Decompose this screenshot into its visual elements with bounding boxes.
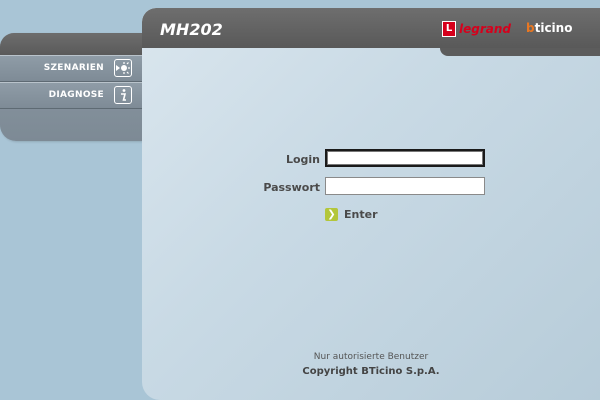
bticino-logo-text: ticino xyxy=(534,21,573,35)
page-title: MH202 xyxy=(160,20,223,39)
access-notice: Nur autorisierte Benutzer xyxy=(313,352,429,362)
header-bar: MH202 L legrand bticino xyxy=(142,8,600,48)
legrand-logo-text: legrand xyxy=(459,22,511,36)
login-field[interactable] xyxy=(325,149,485,167)
legrand-logo-mark: L xyxy=(442,21,456,37)
sidebar-item-label: DIAGNOSE xyxy=(48,90,104,100)
login-label: Login xyxy=(285,153,320,166)
arrow-right-icon: ❯ xyxy=(325,207,338,221)
side-menu: SZENARIEN DIAGNOSE xyxy=(0,33,142,141)
main-panel: MH202 L legrand bticino Login Passwort ❯… xyxy=(142,8,600,400)
scenario-icon xyxy=(114,59,132,77)
side-menu-footer xyxy=(0,116,142,141)
side-menu-cap xyxy=(0,33,142,55)
password-label: Passwort xyxy=(263,181,320,194)
sidebar-item-diagnose[interactable]: DIAGNOSE xyxy=(0,82,142,109)
bticino-logo-b: b xyxy=(526,21,535,35)
copyright-text: Copyright BTicino S.p.A. xyxy=(302,366,440,377)
bticino-logo: bticino xyxy=(526,21,572,35)
password-field[interactable] xyxy=(325,177,485,195)
info-icon xyxy=(114,86,132,104)
header-bar-extension xyxy=(440,48,600,56)
sidebar-item-label: SZENARIEN xyxy=(43,63,104,73)
legrand-logo: L legrand xyxy=(442,21,511,37)
sidebar-item-szenarien[interactable]: SZENARIEN xyxy=(0,55,142,82)
enter-button[interactable]: ❯ Enter xyxy=(325,207,378,221)
enter-button-label: Enter xyxy=(344,207,378,221)
